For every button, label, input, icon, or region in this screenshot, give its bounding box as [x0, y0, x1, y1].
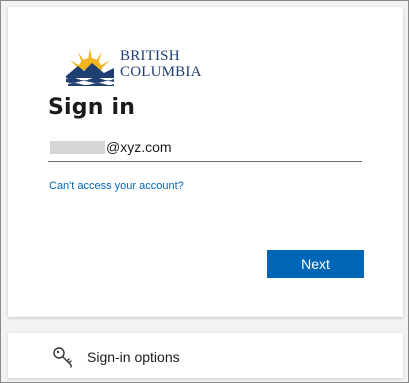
signin-options-button[interactable]: Sign-in options [8, 333, 403, 378]
page-title: Sign in [48, 95, 136, 120]
email-field[interactable]: @xyz.com [48, 137, 362, 162]
key-icon [53, 347, 72, 368]
next-button[interactable]: Next [267, 250, 364, 278]
cant-access-account-link[interactable]: Can't access your account? [49, 180, 184, 192]
bc-logo-wordmark: BRITISH COLUMBIA [120, 48, 202, 80]
window-frame: BRITISH COLUMBIA Sign in @xyz.com Can't … [0, 0, 409, 383]
signin-options-label: Sign-in options [87, 349, 180, 365]
signin-card: BRITISH COLUMBIA Sign in @xyz.com Can't … [8, 7, 403, 317]
logo-line-1: BRITISH [120, 48, 180, 64]
redacted-username [50, 141, 105, 154]
email-domain-text: @xyz.com [106, 139, 172, 155]
bc-logo-emblem-icon [66, 48, 114, 86]
logo-line-2: COLUMBIA [120, 64, 202, 80]
bc-logo: BRITISH COLUMBIA [64, 44, 201, 86]
